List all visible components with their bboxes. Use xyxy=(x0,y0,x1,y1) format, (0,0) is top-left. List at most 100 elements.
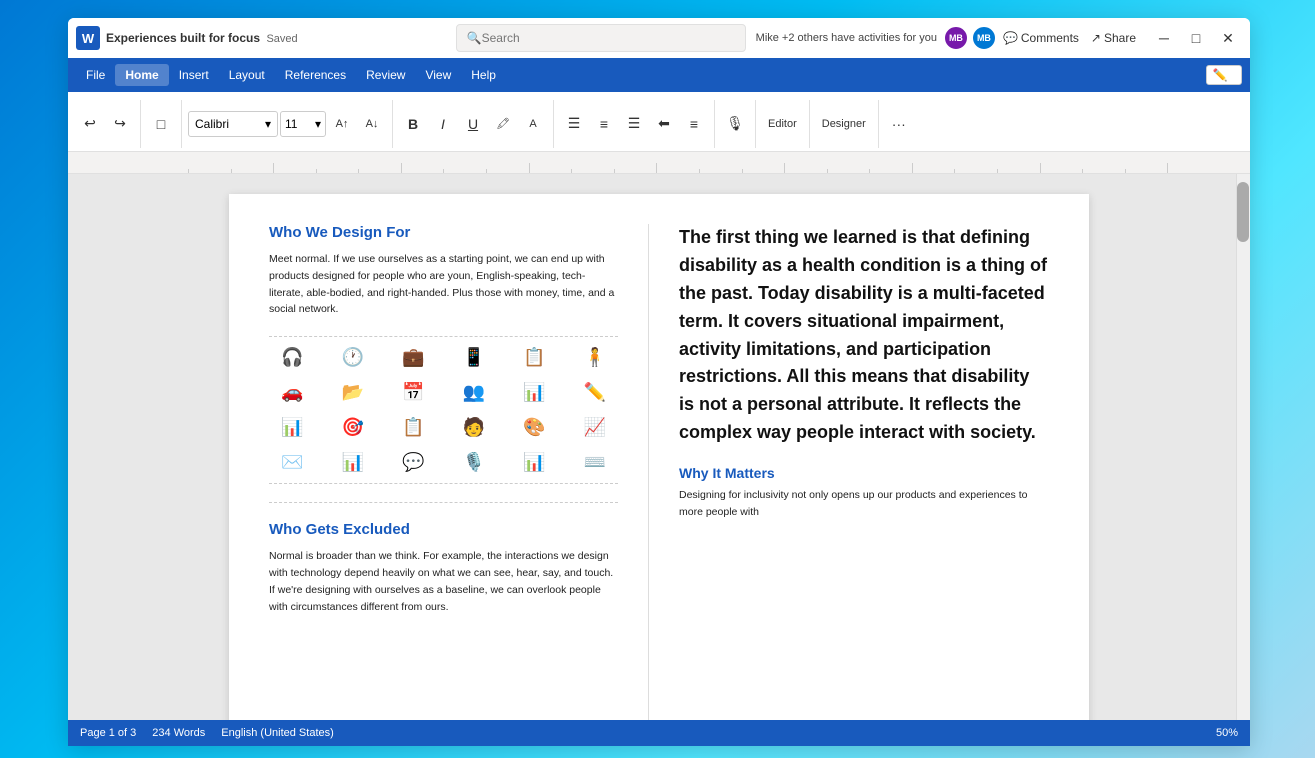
undo-button[interactable]: ↩ xyxy=(76,110,104,138)
avatar-group: MB MB xyxy=(943,25,997,51)
editing-label: ▾ xyxy=(1229,69,1235,82)
icon-calendar: 📅 xyxy=(390,382,437,403)
icon-linechart: 📈 xyxy=(572,417,619,438)
icon-car: 🚗 xyxy=(269,382,316,403)
icons-grid: 🎧 🕐 💼 📱 📋 🧍 🚗 📂 📅 👥 📊 ✏️ 📊 🎯 📋 🧑 xyxy=(269,336,618,484)
document-page: Who We Design For Meet normal. If we use… xyxy=(229,194,1089,720)
scroll-thumb[interactable] xyxy=(1237,182,1249,242)
close-button[interactable]: ✕ xyxy=(1214,24,1242,52)
icon-clipboard: 📋 xyxy=(511,347,558,368)
highlight-button[interactable]: 🖍 xyxy=(489,110,517,138)
ruler-inner xyxy=(188,152,1210,173)
window-controls: ─ □ ✕ xyxy=(1150,24,1242,52)
who-gets-excluded-body: Normal is broader than we think. For exa… xyxy=(269,548,618,615)
font-dropdown-icon: ▾ xyxy=(265,117,271,131)
word-app-icon: W xyxy=(76,26,100,50)
icon-comment: 💬 xyxy=(390,452,437,473)
font-color-button[interactable]: A xyxy=(519,110,547,138)
multilevel-button[interactable]: ☰ xyxy=(620,110,648,138)
bold-button[interactable]: B xyxy=(399,110,427,138)
ribbon-more-group: ··· xyxy=(885,100,919,148)
ruler xyxy=(68,152,1250,174)
numbering-button[interactable]: ≡ xyxy=(590,110,618,138)
menu-view[interactable]: View xyxy=(415,64,461,86)
search-input[interactable] xyxy=(482,31,735,45)
editing-mode-button[interactable]: ✏️ ▾ xyxy=(1206,65,1242,85)
font-size-dropdown-icon: ▾ xyxy=(315,117,321,131)
icon-mic: 🎙️ xyxy=(451,452,498,473)
who-gets-excluded-title: Who Gets Excluded xyxy=(269,521,618,538)
pen-icon: ✏️ xyxy=(1213,68,1228,82)
menu-file[interactable]: File xyxy=(76,64,115,86)
who-we-design-title: Who We Design For xyxy=(269,224,618,241)
icon-briefcase: 💼 xyxy=(390,347,437,368)
avatar-mb1: MB xyxy=(943,25,969,51)
more-options-button[interactable]: ··· xyxy=(885,110,913,138)
app-window: W Experiences built for focus Saved 🔍 Mi… xyxy=(68,18,1250,746)
menu-bar: File Home Insert Layout References Revie… xyxy=(68,58,1250,92)
icon-headphones: 🎧 xyxy=(269,347,316,368)
icon-pencil: ✏️ xyxy=(572,382,619,403)
icon-palette: 🎨 xyxy=(511,417,558,438)
collab-area: Mike +2 others have activities for you M… xyxy=(756,25,997,51)
dictate-button[interactable]: 🎙 xyxy=(721,110,749,138)
comments-button[interactable]: 💬 Comments xyxy=(997,29,1085,47)
share-icon: ↗ xyxy=(1091,31,1101,45)
document-title-area: Experiences built for focus Saved xyxy=(106,31,446,45)
indent-button[interactable]: ⬅ xyxy=(650,110,678,138)
icon-chart: 📊 xyxy=(511,382,558,403)
designer-button[interactable]: Designer xyxy=(816,110,872,138)
font-size-selector[interactable]: 11 ▾ xyxy=(280,111,326,137)
redo-button[interactable]: ↪ xyxy=(106,110,134,138)
menu-references[interactable]: References xyxy=(275,64,356,86)
document-area: Who We Design For Meet normal. If we use… xyxy=(68,174,1250,720)
underline-button[interactable]: U xyxy=(459,110,487,138)
editor-button[interactable]: Editor xyxy=(762,110,803,138)
language-info: English (United States) xyxy=(221,727,334,739)
decrease-font-button[interactable]: A↓ xyxy=(358,110,386,138)
comments-label: Comments xyxy=(1021,31,1079,45)
bullets-button[interactable]: ☰ xyxy=(560,110,588,138)
icon-barchart2: 📊 xyxy=(330,452,377,473)
view-toggle-button[interactable]: □ xyxy=(147,110,175,138)
section-divider xyxy=(269,502,618,503)
search-icon: 🔍 xyxy=(467,31,482,45)
zoom-level: 50% xyxy=(1216,727,1238,739)
menu-layout[interactable]: Layout xyxy=(219,64,275,86)
font-size-value: 11 xyxy=(285,117,297,131)
why-it-matters-body: Designing for inclusivity not only opens… xyxy=(679,487,1049,521)
icon-envelope: ✉️ xyxy=(269,452,316,473)
saved-status: Saved xyxy=(263,33,297,45)
ribbon-designer-group: Designer xyxy=(816,100,879,148)
icon-folder: 📂 xyxy=(330,382,377,403)
menu-home[interactable]: Home xyxy=(115,64,168,86)
italic-button[interactable]: I xyxy=(429,110,457,138)
icon-clock: 🕐 xyxy=(330,347,377,368)
ribbon-format-group: B I U 🖍 A xyxy=(399,100,554,148)
scroll-indicator[interactable] xyxy=(1236,174,1250,720)
icon-target: 🎯 xyxy=(330,417,377,438)
search-box[interactable]: 🔍 xyxy=(456,24,746,52)
menu-help[interactable]: Help xyxy=(461,64,506,86)
who-we-design-body: Meet normal. If we use ourselves as a st… xyxy=(269,251,618,318)
increase-font-button[interactable]: A↑ xyxy=(328,110,356,138)
align-button[interactable]: ≡ xyxy=(680,110,708,138)
icon-person2: 🧑 xyxy=(451,417,498,438)
icon-people: 👥 xyxy=(451,382,498,403)
font-family-selector[interactable]: Calibri ▾ xyxy=(188,111,278,137)
document-title: Experiences built for focus xyxy=(106,31,260,45)
maximize-button[interactable]: □ xyxy=(1182,24,1210,52)
menu-review[interactable]: Review xyxy=(356,64,415,86)
page-info: Page 1 of 3 xyxy=(80,727,136,739)
ribbon: ↩ ↪ □ Calibri ▾ 11 ▾ A↑ A↓ B I U 🖍 A ☰ xyxy=(68,92,1250,152)
menu-insert[interactable]: Insert xyxy=(169,64,219,86)
status-right: 50% xyxy=(1216,727,1238,739)
ribbon-font-group: Calibri ▾ 11 ▾ A↑ A↓ xyxy=(188,100,393,148)
main-content-text: The first thing we learned is that defin… xyxy=(679,224,1049,447)
minimize-button[interactable]: ─ xyxy=(1150,24,1178,52)
share-button[interactable]: ↗ Share xyxy=(1085,29,1142,47)
icon-phone: 📱 xyxy=(451,347,498,368)
doc-right-column: The first thing we learned is that defin… xyxy=(649,224,1049,720)
title-bar: W Experiences built for focus Saved 🔍 Mi… xyxy=(68,18,1250,58)
status-bar: Page 1 of 3 234 Words English (United St… xyxy=(68,720,1250,746)
